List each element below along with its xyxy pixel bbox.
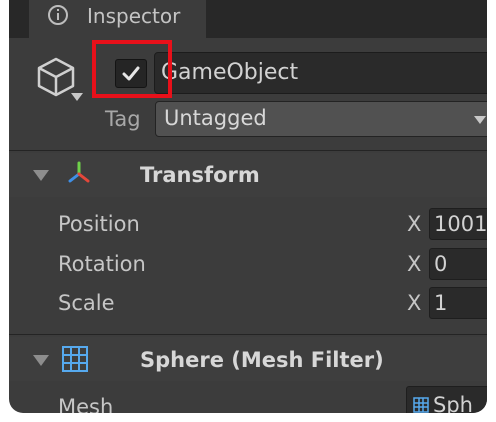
tag-value: Untagged (164, 106, 267, 130)
rotation-x-axis-label[interactable]: X (407, 250, 421, 278)
component-header-mesh-filter[interactable]: Sphere (Mesh Filter) (9, 337, 487, 381)
tab-bar: Inspector (9, 0, 487, 38)
mesh-label: Mesh (58, 395, 114, 413)
foldout-arrow-icon[interactable] (33, 170, 49, 181)
divider (9, 150, 487, 151)
mesh-value: Sph (433, 393, 473, 413)
scale-x-field[interactable]: 1 (429, 287, 487, 319)
object-name-field[interactable]: GameObject (154, 52, 487, 94)
rotation-label: Rotation (58, 252, 146, 276)
highlight-box (92, 40, 172, 98)
mesh-grid-icon (62, 346, 88, 372)
tag-dropdown[interactable]: Untagged (155, 101, 487, 137)
object-name: GameObject (161, 60, 299, 85)
inspector-window: Inspector GameObject Tag Untagged Transf… (9, 0, 487, 413)
rotation-x-value: 0 (434, 252, 448, 276)
scale-label: Scale (58, 291, 115, 315)
tab-inspector[interactable]: Inspector (29, 0, 206, 38)
component-header-transform[interactable]: Transform (9, 153, 487, 197)
mesh-grid-icon (413, 397, 429, 413)
position-x-axis-label[interactable]: X (407, 210, 421, 238)
tag-label: Tag (105, 107, 141, 131)
tab-label: Inspector (87, 4, 181, 28)
chevron-down-icon (474, 116, 486, 124)
info-icon (48, 5, 68, 25)
component-title: Transform (140, 163, 260, 187)
position-x-field[interactable]: 1001 (429, 208, 487, 240)
scale-x-axis-label[interactable]: X (407, 289, 421, 317)
position-label: Position (58, 212, 140, 236)
scale-x-value: 1 (434, 291, 448, 315)
mesh-object-field[interactable]: Sph (406, 386, 487, 413)
icon-dropdown-caret[interactable] (71, 93, 83, 101)
rotation-x-field[interactable]: 0 (429, 248, 487, 280)
divider (9, 334, 487, 335)
component-title: Sphere (Mesh Filter) (140, 348, 384, 372)
transform-axes-icon (68, 161, 90, 183)
foldout-arrow-icon[interactable] (33, 355, 49, 366)
position-x-value: 1001 (434, 212, 487, 236)
